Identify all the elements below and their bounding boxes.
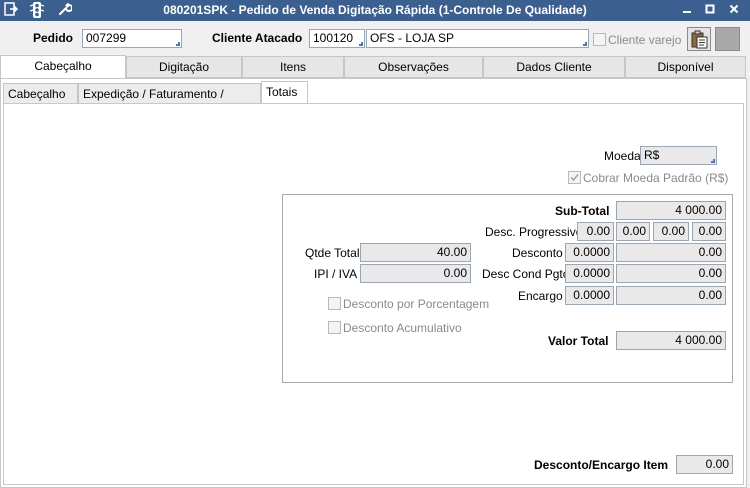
subtotal-label: Sub-Total xyxy=(555,204,610,218)
tab-dados-cliente[interactable]: Dados Cliente xyxy=(483,56,625,78)
tab-cabecalho-label: Cabeçalho xyxy=(34,59,92,73)
desc-cond-pgto-pct-field[interactable]: 0.0000 xyxy=(565,264,614,283)
desconto-value-field[interactable]: 0.00 xyxy=(616,243,726,262)
desconto-porcentagem-label: Desconto por Porcentagem xyxy=(343,297,490,311)
cliente-name-field[interactable]: OFS - LOJA SP xyxy=(366,29,589,48)
subtotal-field: 4 000.00 xyxy=(616,201,726,220)
ipi-iva-label: IPI / IVA xyxy=(314,267,358,281)
tab-itens[interactable]: Itens xyxy=(242,56,344,78)
paste-button[interactable] xyxy=(687,27,711,51)
cliente-name-value: OFS - LOJA SP xyxy=(370,31,455,45)
clipboard-icon xyxy=(691,30,708,52)
pedido-field[interactable]: 007299 xyxy=(82,29,182,48)
desc-progressivo-label: Desc. Progressivo xyxy=(485,225,583,239)
checkmark-icon xyxy=(570,174,579,182)
subtab-cabecalho-1[interactable]: Cabeçalho 1 xyxy=(3,83,78,121)
cobrar-moeda-label: Cobrar Moeda Padrão (R$) xyxy=(583,171,729,185)
qtde-total-field: 40.00 xyxy=(360,243,471,262)
encargo-value: 0.00 xyxy=(698,288,722,302)
ipi-iva-field: 0.00 xyxy=(360,264,471,283)
tab-itens-label: Itens xyxy=(279,60,306,74)
desc-progressivo-2-field[interactable]: 0.00 xyxy=(616,222,650,241)
tab-disponivel[interactable]: Disponível xyxy=(625,56,746,78)
minimize-icon[interactable] xyxy=(676,1,698,19)
traffic-light-icon[interactable] xyxy=(29,2,45,18)
encargo-label: Encargo xyxy=(518,289,563,303)
desconto-acumulativo-label: Desconto Acumulativo xyxy=(343,321,462,335)
subtotal-value: 4 000.00 xyxy=(675,203,722,217)
subtab-totais-label: Totais xyxy=(266,85,298,99)
desconto-pct-field[interactable]: 0.0000 xyxy=(565,243,614,262)
desc-progressivo-1-field[interactable]: 0.00 xyxy=(577,222,614,241)
main-tabs: Cabeçalho Digitação Itens Observações Da… xyxy=(0,55,750,79)
subtab-totais[interactable]: Totais xyxy=(261,81,308,105)
cliente-code-value: 100120 xyxy=(313,31,354,45)
restore-icon[interactable] xyxy=(699,1,721,19)
encargo-value-field[interactable]: 0.00 xyxy=(616,286,726,305)
wrench-icon[interactable] xyxy=(57,2,73,18)
moeda-label: Moeda xyxy=(604,149,641,163)
title-bar: 080201SPK - Pedido de Venda Digitação Rá… xyxy=(0,0,750,21)
valor-total-field: 4 000.00 xyxy=(616,331,726,350)
tab-disponivel-label: Disponível xyxy=(657,60,714,74)
encargo-pct-field[interactable]: 0.0000 xyxy=(565,286,614,305)
close-icon[interactable] xyxy=(723,1,745,19)
desc-progressivo-2-value: 0.00 xyxy=(622,224,646,238)
tab-observacoes-label: Observações xyxy=(378,60,449,74)
desc-cond-pgto-value: 0.00 xyxy=(698,266,722,280)
desc-cond-pgto-value-field[interactable]: 0.00 xyxy=(616,264,726,283)
desconto-pct-value: 0.0000 xyxy=(573,245,610,259)
menu-icon[interactable] xyxy=(3,2,19,18)
tab-digitacao[interactable]: Digitação xyxy=(126,56,242,78)
desconto-encargo-item-field: 0.00 xyxy=(676,455,733,474)
desconto-encargo-item-label: Desconto/Encargo Item xyxy=(534,458,669,472)
cliente-code-field[interactable]: 100120 xyxy=(309,29,365,48)
ipi-iva-value: 0.00 xyxy=(443,266,467,280)
subtab-expedicao[interactable]: Expedição / Faturamento / Vendas xyxy=(78,83,261,121)
gray-action-button[interactable] xyxy=(715,27,740,51)
cobrar-moeda-checkbox[interactable] xyxy=(568,171,581,184)
desc-cond-pgto-label: Desc Cond Pgto xyxy=(482,267,570,281)
moeda-field[interactable]: R$ xyxy=(640,146,717,165)
pedido-label: Pedido xyxy=(33,31,74,45)
valor-total-value: 4 000.00 xyxy=(675,333,722,347)
window-title: 080201SPK - Pedido de Venda Digitação Rá… xyxy=(163,3,587,17)
desconto-label: Desconto xyxy=(512,246,563,260)
moeda-value: R$ xyxy=(644,148,660,162)
desc-progressivo-3-value: 0.00 xyxy=(661,224,685,238)
desconto-encargo-item-value: 0.00 xyxy=(705,457,729,471)
desc-progressivo-4-value: 0.00 xyxy=(698,224,722,238)
desc-progressivo-3-field[interactable]: 0.00 xyxy=(653,222,689,241)
desconto-value: 0.00 xyxy=(698,245,722,259)
tab-observacoes[interactable]: Observações xyxy=(344,56,483,78)
tab-digitacao-label: Digitação xyxy=(158,60,210,74)
cliente-varejo-checkbox[interactable] xyxy=(593,33,606,46)
tab-dados-cliente-label: Dados Cliente xyxy=(516,60,592,74)
desconto-porcentagem-checkbox[interactable] xyxy=(328,297,341,310)
cliente-atacado-label: Cliente Atacado xyxy=(212,31,303,45)
qtde-total-label: Qtde Total xyxy=(305,246,360,260)
tab-cabecalho[interactable]: Cabeçalho xyxy=(0,55,126,79)
qtde-total-value: 40.00 xyxy=(436,245,467,259)
desc-progressivo-4-field[interactable]: 0.00 xyxy=(692,222,726,241)
desc-progressivo-1-value: 0.00 xyxy=(586,224,610,238)
desc-cond-pgto-pct-value: 0.0000 xyxy=(573,266,610,280)
valor-total-label: Valor Total xyxy=(548,334,609,348)
cliente-varejo-label: Cliente varejo xyxy=(608,33,682,47)
desconto-acumulativo-checkbox[interactable] xyxy=(328,321,341,334)
encargo-pct-value: 0.0000 xyxy=(573,288,610,302)
pedido-value: 007299 xyxy=(86,31,127,45)
